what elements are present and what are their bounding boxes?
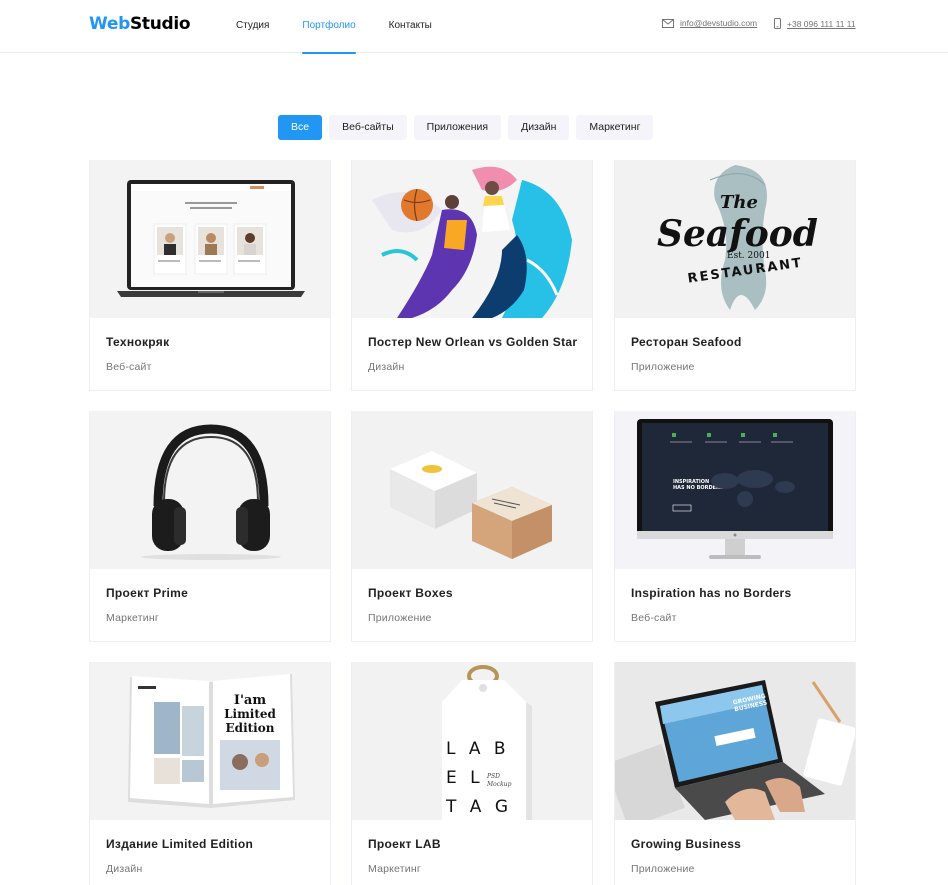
magazine-mockup-image: I'am Limited Edition [90,662,330,820]
card-title: Проект Prime [106,586,189,600]
portfolio-card-limited-edition[interactable]: I'am Limited Edition Издание Limited Edi… [89,662,331,885]
card-title: Growing Business [631,837,742,851]
card-category: Приложение [631,361,695,373]
tag-small-1: PSD [486,773,500,780]
magazine-headline-3: Edition [226,721,275,735]
portfolio-card-inspiration[interactable]: INSPIRATION HAS NO BORDERS Inspiration h… [614,411,856,642]
tag-line-1: L A B [446,739,510,759]
portfolio-card-poster[interactable]: Постер New Orlean vs Golden Star Дизайн [351,160,593,391]
laptop-mockup-image [90,160,330,318]
portfolio-card-technokryak[interactable]: Технокряк Веб-сайт [89,160,331,391]
card-category: Маркетинг [106,612,159,624]
nav-item-portfolio[interactable]: Портфолио [302,0,356,54]
portfolio-card-lab[interactable]: L A B E L T A G PSD Mockup Проект LAB Ма… [351,662,593,885]
tag-line-3: T A G [445,797,512,817]
filter-design[interactable]: Дизайн [508,115,570,140]
card-category: Дизайн [368,361,405,373]
nav-item-studio[interactable]: Студия [236,0,269,53]
magazine-headline-2: Limited [224,707,276,721]
card-category: Веб-сайт [631,612,677,624]
seafood-the-text: The [720,192,758,213]
card-category: Веб-сайт [106,361,152,373]
smartphone-icon [774,18,781,29]
card-title: Inspiration has no Borders [631,586,792,600]
seafood-est-text: Est. 2001 [727,251,770,261]
filter-all[interactable]: Все [278,115,323,140]
card-category: Приложение [631,863,695,875]
card-category: Приложение [368,612,432,624]
card-category: Маркетинг [368,863,421,875]
card-title: Ресторан Seafood [631,335,742,349]
seafood-main-text: Seafood [657,213,818,255]
logo-part-web: Web [89,14,130,34]
laptop-on-desk-image: GROWING BUSINESS [615,662,855,820]
tag-small-2: Mockup [486,781,512,788]
email-text: info@devstudio.com [680,18,758,28]
email-link[interactable]: info@devstudio.com [662,18,757,28]
magazine-headline-1: I'am [234,693,266,708]
basketball-poster-image [352,160,592,318]
portfolio-filters: Все Веб-сайты Приложения Дизайн Маркетин… [278,115,660,140]
nav-item-contacts[interactable]: Контакты [389,0,432,53]
tag-line-2: E L [446,768,484,788]
card-title: Технокряк [106,335,170,349]
filter-websites[interactable]: Веб-сайты [329,115,407,140]
label-tag-mockup-image: L A B E L T A G PSD Mockup [352,662,592,820]
seafood-logo-image: The Seafood Est. 2001 RESTAURANT [615,160,855,318]
filter-apps[interactable]: Приложения [413,115,502,140]
headphones-image [90,411,330,569]
portfolio-card-prime[interactable]: Проект Prime Маркетинг [89,411,331,642]
boxes-mockup-image [352,411,592,569]
card-title: Проект LAB [368,837,441,851]
main-nav: Студия Портфолио Контакты [236,0,465,54]
card-title: Издание Limited Edition [106,837,254,851]
portfolio-card-seafood[interactable]: The Seafood Est. 2001 RESTAURANT Рестора… [614,160,856,391]
card-title: Проект Boxes [368,586,453,600]
card-title: Постер New Orlean vs Golden Star [368,335,578,349]
card-category: Дизайн [106,863,143,875]
monitor-mockup-image: INSPIRATION HAS NO BORDERS [615,411,855,569]
filter-marketing[interactable]: Маркетинг [576,115,654,140]
portfolio-card-boxes[interactable]: Проект Boxes Приложение [351,411,593,642]
portfolio-card-growing-business[interactable]: GROWING BUSINESS Growing Business Прилож… [614,662,856,885]
phone-text: +38 096 111 11 11 [787,18,856,29]
logo[interactable]: WebStudio [89,14,191,34]
site-header: WebStudio Студия Портфолио Контакты info… [0,0,948,54]
envelope-icon [662,18,674,28]
logo-part-studio: Studio [129,14,191,34]
phone-link[interactable]: +38 096 111 11 11 [774,18,856,29]
